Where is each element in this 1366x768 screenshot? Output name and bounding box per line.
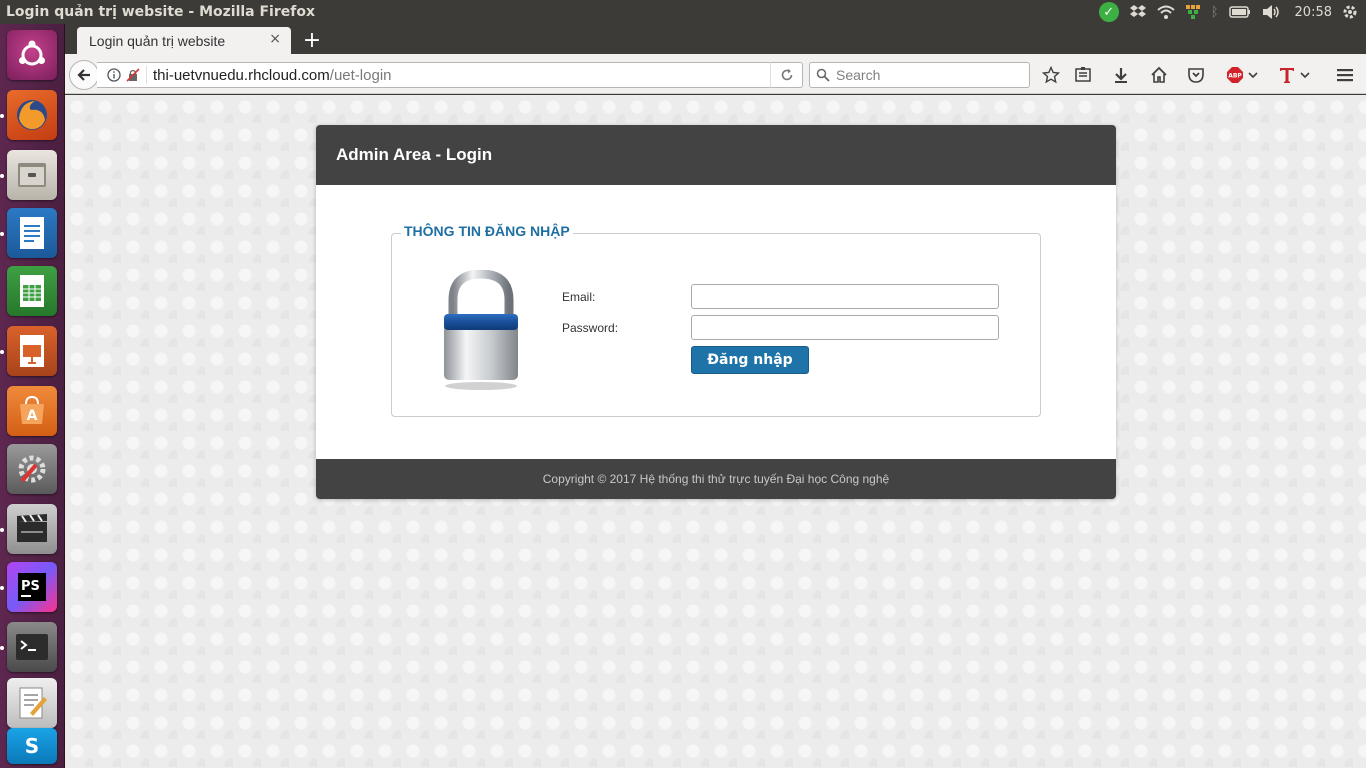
login-button[interactable]: Đăng nhập xyxy=(691,346,809,374)
svg-text:A: A xyxy=(27,408,38,424)
window-title: Login quản trị website - Mozilla Firefox xyxy=(6,4,315,20)
pocket-icon[interactable] xyxy=(1185,64,1207,86)
navigation-toolbar: thi-uetvnuedu.rhcloud.com /uet-login ABP xyxy=(65,54,1366,94)
hamburger-menu-icon[interactable] xyxy=(1334,64,1356,86)
identity-box[interactable] xyxy=(97,66,147,84)
svg-text:S: S xyxy=(25,734,39,758)
firefox-window: Login quản trị website × + thi-uetvnuedu… xyxy=(65,24,1366,768)
password-label: Password: xyxy=(562,321,619,335)
ubuntu-dash-icon[interactable] xyxy=(7,30,57,80)
page-content: Admin Area - Login THÔNG TIN ĐĂNG NHẬP E… xyxy=(65,95,1366,768)
svg-text:ABP: ABP xyxy=(1228,73,1242,80)
downloads-icon[interactable] xyxy=(1110,64,1132,86)
chevron-down-icon[interactable] xyxy=(1299,64,1311,86)
password-field[interactable] xyxy=(691,315,999,340)
system-settings-icon[interactable] xyxy=(7,444,57,494)
running-indicator xyxy=(0,646,4,650)
home-icon[interactable] xyxy=(1148,64,1170,86)
running-indicator xyxy=(0,174,4,178)
tab-close-button[interactable]: × xyxy=(269,31,281,47)
phpstorm-icon[interactable]: PS xyxy=(7,562,57,612)
sync-ok-icon[interactable]: ✓ xyxy=(1098,2,1119,22)
running-indicator xyxy=(0,114,4,118)
impress-icon[interactable] xyxy=(7,326,57,376)
clock[interactable]: 20:58 xyxy=(1291,2,1332,22)
panel-title: Admin Area - Login xyxy=(336,145,493,164)
settings-gear-icon[interactable] xyxy=(1342,2,1358,22)
new-tab-button[interactable]: + xyxy=(299,27,325,53)
calc-icon[interactable] xyxy=(7,266,57,316)
app-indicator-icon[interactable] xyxy=(1185,2,1201,22)
firefox-icon[interactable] xyxy=(7,90,57,140)
panel-header: Admin Area - Login xyxy=(316,125,1116,185)
running-indicator xyxy=(0,528,4,532)
files-icon[interactable] xyxy=(7,150,57,200)
battery-icon[interactable] xyxy=(1228,2,1251,22)
terminal-icon[interactable] xyxy=(7,622,57,672)
chevron-down-icon[interactable] xyxy=(1247,64,1259,86)
bluetooth-icon[interactable]: ᛒ xyxy=(1211,2,1219,22)
reading-list-icon[interactable] xyxy=(1072,64,1094,86)
insecure-lock-icon[interactable] xyxy=(126,68,140,82)
padlock-icon xyxy=(439,269,523,398)
video-editor-icon[interactable] xyxy=(7,504,57,554)
tab-title: Login quản trị website xyxy=(89,32,226,49)
running-indicator xyxy=(0,586,4,590)
search-input[interactable] xyxy=(836,67,1016,83)
back-button[interactable] xyxy=(69,60,99,90)
copyright-text: Copyright © 2017 Hệ thống thi thử trực t… xyxy=(542,472,890,486)
url-bar[interactable]: thi-uetvnuedu.rhcloud.com /uet-login xyxy=(97,62,802,88)
tab-bar: Login quản trị website × + xyxy=(65,24,1366,54)
dropbox-icon[interactable] xyxy=(1129,2,1147,22)
login-fieldset: THÔNG TIN ĐĂNG NHẬP Email: Password: Đăn… xyxy=(391,223,1041,417)
login-panel: Admin Area - Login THÔNG TIN ĐĂNG NHẬP E… xyxy=(316,125,1116,499)
volume-icon[interactable] xyxy=(1261,2,1281,22)
fieldset-legend: THÔNG TIN ĐĂNG NHẬP xyxy=(401,223,573,239)
reload-icon xyxy=(781,69,792,81)
running-indicator xyxy=(0,350,4,354)
email-label: Email: xyxy=(562,290,596,304)
url-path[interactable]: /uet-login xyxy=(330,67,392,84)
search-bar[interactable] xyxy=(809,62,1030,88)
software-center-icon[interactable]: A xyxy=(7,386,57,436)
writer-icon[interactable] xyxy=(7,208,57,258)
info-icon[interactable] xyxy=(107,68,121,82)
back-arrow-icon xyxy=(77,69,90,81)
panel-footer: Copyright © 2017 Hệ thống thi thử trực t… xyxy=(316,459,1116,499)
translate-t-icon[interactable] xyxy=(1276,64,1298,86)
text-editor-icon[interactable] xyxy=(7,678,57,728)
unity-launcher: A PS S xyxy=(0,24,65,768)
system-indicators: ✓ ᛒ 20:58 xyxy=(1098,0,1366,24)
adblock-plus-icon[interactable]: ABP xyxy=(1224,64,1246,86)
top-panel: Login quản trị website - Mozilla Firefox… xyxy=(0,0,1366,24)
skype-icon[interactable]: S xyxy=(7,728,57,764)
url-host[interactable]: thi-uetvnuedu.rhcloud.com xyxy=(147,67,330,84)
bookmark-star-icon[interactable] xyxy=(1040,64,1062,86)
reload-button[interactable] xyxy=(770,62,803,88)
running-indicator xyxy=(0,232,4,236)
svg-text:PS: PS xyxy=(21,579,40,594)
wifi-icon[interactable] xyxy=(1157,2,1175,22)
tab-login[interactable]: Login quản trị website × xyxy=(77,27,291,54)
email-field[interactable] xyxy=(691,284,999,309)
search-icon xyxy=(816,68,830,82)
